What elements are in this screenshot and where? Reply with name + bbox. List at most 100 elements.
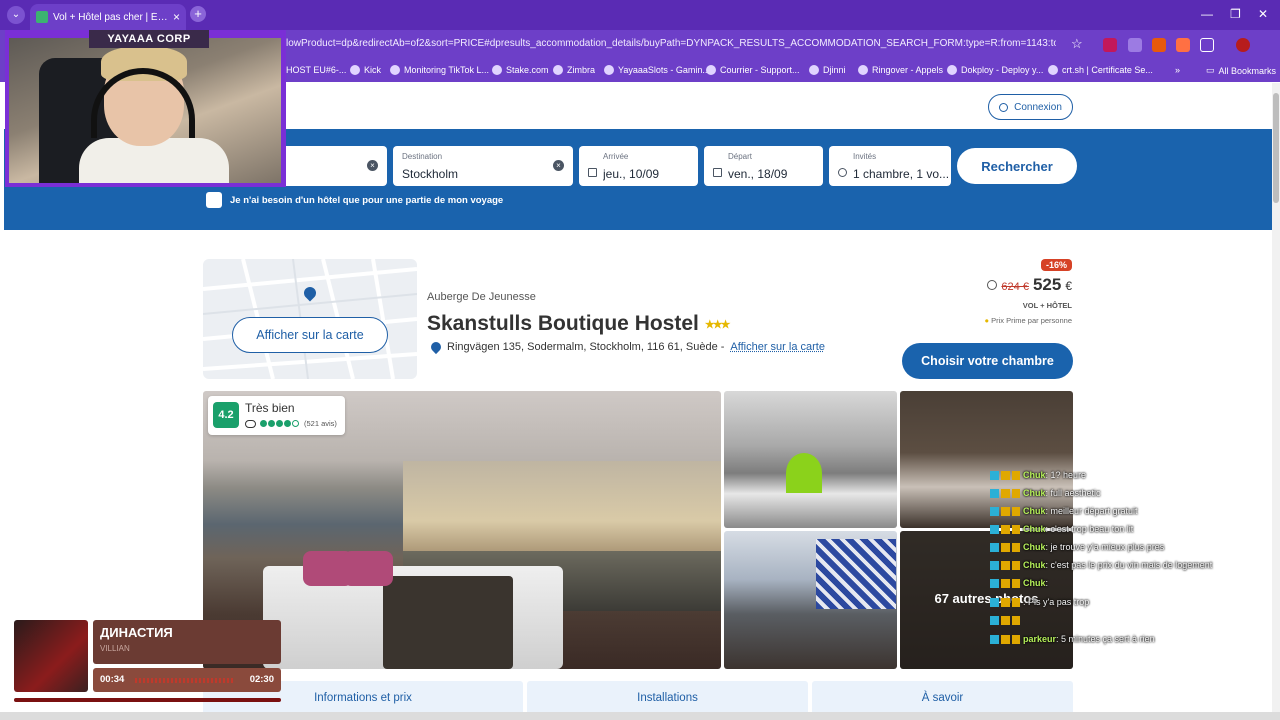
maximize-icon[interactable]: ❐ (1230, 7, 1241, 21)
bookmark-item[interactable]: HOST EU#6-... (286, 65, 346, 75)
discount-badge: -16% (1041, 259, 1073, 271)
guests-icon (838, 168, 847, 177)
partial-hotel-option[interactable]: Je n'ai besoin d'un hôtel que pour une p… (206, 192, 503, 208)
destination-field[interactable]: Destination Stockholm × (393, 146, 573, 186)
extension-icon[interactable] (1176, 38, 1190, 52)
login-button[interactable]: Connexion (988, 94, 1073, 120)
site-favicon-icon (36, 11, 48, 23)
extension-icon[interactable] (1152, 38, 1166, 52)
guests-field[interactable]: Invités 1 chambre, 1 vo... (829, 146, 951, 186)
chat-user: Chuk (1023, 578, 1046, 588)
track-artist: VILLIAN (100, 644, 130, 653)
info-icon[interactable] (987, 280, 998, 290)
bookmark-label: YayaaaSlots - Gamin... (618, 65, 710, 75)
hotel-name-text: Skanstulls Boutique Hostel (427, 312, 699, 335)
slots-icon (604, 65, 614, 75)
bookmark-item[interactable]: ▭ All Bookmarks (1206, 65, 1276, 76)
scrollbar-thumb[interactable] (1273, 93, 1279, 203)
extensions-puzzle-icon[interactable] (1200, 38, 1214, 52)
browser-tab-bar: ⌄ Vol + Hôtel pas cher | Économie × + — … (0, 0, 1280, 30)
clear-icon[interactable]: × (367, 160, 378, 171)
login-label: Connexion (1014, 101, 1062, 113)
bookmark-label: Stake.com (506, 65, 549, 75)
chat-message: Chuk: meilleur départ gratuit (990, 506, 1138, 517)
tab-search-icon[interactable]: ⌄ (7, 6, 25, 24)
globe-icon (858, 65, 868, 75)
clear-icon[interactable]: × (553, 160, 564, 171)
webcam-overlay: YAYAAA CORP (5, 30, 286, 187)
calendar-icon (588, 168, 597, 177)
bookmark-item[interactable]: Dokploy - Deploy y... (947, 65, 1043, 75)
globe-icon (947, 65, 957, 75)
close-window-icon[interactable]: ✕ (1258, 7, 1268, 21)
chat-text: : (1045, 578, 1049, 588)
webcam-label: YAYAAA CORP (89, 30, 209, 48)
photo-wallpaper (403, 461, 721, 561)
review-count: (521 avis) (304, 419, 337, 428)
chat-badges-icon (990, 635, 1020, 645)
address-map-link[interactable]: Afficher sur la carte (730, 341, 825, 353)
bookmark-label: HOST EU#6-... (286, 65, 347, 75)
new-tab-icon[interactable]: + (190, 6, 206, 22)
horizontal-scrollbar[interactable] (0, 712, 1280, 720)
bookmark-label: Monitoring TikTok L... (404, 65, 490, 75)
departure-date-field[interactable]: Départ ven., 18/09 (704, 146, 823, 186)
globe-icon (809, 65, 819, 75)
tab-good-to-know[interactable]: À savoir (812, 681, 1073, 713)
show-map-button[interactable]: Afficher sur la carte (232, 317, 388, 353)
bookmarks-overflow-icon[interactable]: » (1175, 65, 1180, 75)
bookmark-item[interactable]: Zimbra (553, 65, 595, 75)
arrival-date-field[interactable]: Arrivée jeu., 10/09 (579, 146, 698, 186)
bookmark-item[interactable]: crt.sh | Certificate Se... (1048, 65, 1153, 75)
chat-text: : c'est trop beau ton lit (1045, 524, 1134, 534)
photo-pillow (343, 551, 393, 586)
bookmark-item[interactable]: Monitoring TikTok L... (390, 65, 489, 75)
chat-user: Chuk (1023, 488, 1046, 498)
guest-rating[interactable]: 4.2 Très bien (521 avis) (208, 396, 345, 435)
bookmark-label: Zimbra (567, 65, 596, 75)
now-playing-widget: ДИНАСТИЯ VILLIAN 00:34 02:30 (14, 620, 282, 704)
zimbra-icon (553, 65, 563, 75)
extension-icon[interactable] (1103, 38, 1117, 52)
track-duration: 02:30 (249, 674, 274, 685)
bookmark-item[interactable]: Courrier - Support... (706, 65, 800, 75)
bookmark-star-icon[interactable]: ☆ (1071, 36, 1083, 52)
chat-user: parkeur (1023, 634, 1057, 644)
browser-tab[interactable]: Vol + Hôtel pas cher | Économie × (30, 4, 186, 30)
url-field[interactable]: lowProduct=dp&redirectAb=of2&sort=PRICE#… (286, 38, 1056, 49)
hotel-photo[interactable] (724, 531, 897, 669)
hotel-address: Ringvägen 135, Sodermalm, Stockholm, 116… (428, 339, 825, 355)
stake-icon (492, 65, 502, 75)
page-scrollbar[interactable] (1272, 83, 1280, 713)
tab-facilities[interactable]: Installations (527, 681, 808, 713)
choose-room-button[interactable]: Choisir votre chambre (902, 343, 1073, 379)
chat-text: : c'est pas le prix du vin mais de logem… (1045, 560, 1213, 570)
bookmark-item[interactable]: Ringover - Appels (858, 65, 943, 75)
waveform (135, 678, 235, 683)
chat-badges-icon (990, 598, 1020, 608)
hotel-photo[interactable] (724, 391, 897, 528)
chat-badges-icon (990, 561, 1020, 571)
search-button[interactable]: Rechercher (957, 148, 1077, 184)
bookmark-item[interactable]: Kick (350, 65, 381, 75)
bookmark-label: Courrier - Support... (720, 65, 800, 75)
rating-dot-empty-icon (292, 420, 299, 427)
chat-user: Chuk (1023, 542, 1046, 552)
extension-icon[interactable] (1128, 38, 1142, 52)
chat-text: : 5 minutes ça sert à rien (1056, 634, 1155, 644)
elapsed-time: 00:34 (100, 674, 125, 685)
partial-hotel-checkbox[interactable] (206, 192, 222, 208)
close-tab-icon[interactable]: × (173, 10, 180, 24)
bookmark-item[interactable]: Stake.com (492, 65, 549, 75)
partial-hotel-label: Je n'ai besoin d'un hôtel que pour une p… (230, 194, 504, 206)
bookmark-label: Dokploy - Deploy y... (961, 65, 1044, 75)
screen: ⌄ Vol + Hôtel pas cher | Économie × + — … (0, 0, 1280, 720)
arrival-value: jeu., 10/09 (603, 167, 660, 181)
minimize-icon[interactable]: — (1201, 7, 1213, 21)
bookmark-item[interactable]: YayaaaSlots - Gamin... (604, 65, 710, 75)
hotel-map[interactable]: Afficher sur la carte (203, 259, 417, 379)
profile-avatar[interactable] (1236, 38, 1250, 52)
track-info: ДИНАСТИЯ VILLIAN (93, 620, 281, 664)
bookmark-item[interactable]: Djinni (809, 65, 846, 75)
chat-message: parkeur: 5 minutes ça sert à rien (990, 634, 1155, 645)
